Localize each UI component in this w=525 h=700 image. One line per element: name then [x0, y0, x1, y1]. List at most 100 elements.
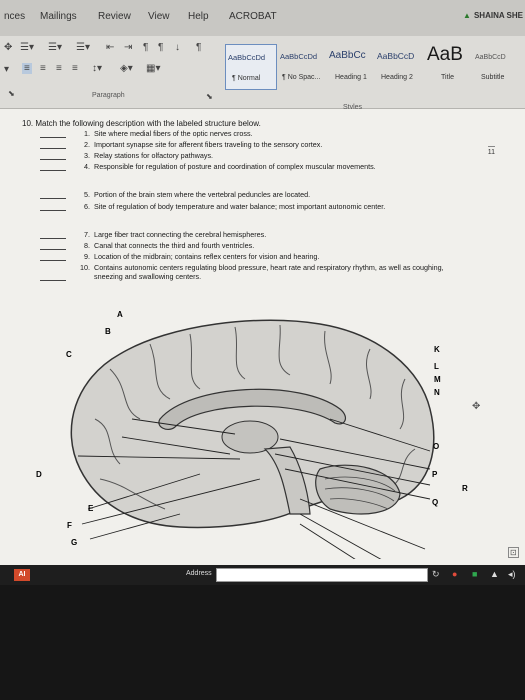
label-g: G	[71, 538, 78, 547]
record-icon[interactable]: ●	[452, 569, 457, 579]
page-number: 11	[487, 146, 495, 156]
style-preview: AaBbCcD	[377, 51, 415, 61]
style-no-spacing[interactable]: AaBbCcDd ¶ No Spac...	[278, 44, 328, 88]
answer-blank[interactable]	[40, 159, 66, 160]
align-right-icon[interactable]: ≡	[56, 63, 62, 74]
style-name: Heading 1	[335, 74, 367, 81]
list-item: 6. Site of regulation of body temperature…	[40, 202, 464, 211]
network-icon[interactable]: ▲	[490, 569, 499, 579]
expand-icon[interactable]: ▾	[4, 64, 9, 75]
list-item: 9. Location of the midbrain; contains ref…	[40, 252, 474, 261]
list-item: 4. Responsible for regulation of posture …	[40, 162, 434, 171]
brain-diagram	[70, 319, 435, 559]
list-item: 8. Canal that connects the third and four…	[40, 241, 474, 250]
move-cursor-icon: ✥	[472, 401, 481, 412]
list-item: 5. Portion of the brain stem where the ve…	[40, 190, 474, 199]
volume-icon[interactable]: ◂)	[508, 569, 516, 580]
answer-blank[interactable]	[40, 170, 66, 171]
label-o: O	[433, 442, 440, 451]
label-n: N	[434, 388, 440, 397]
ltr-direction-icon[interactable]: ¶	[143, 42, 148, 53]
list-item: 2. Important synapse site for afferent fi…	[40, 140, 474, 149]
style-subtitle[interactable]: AaBbCcD Subtitle	[473, 44, 525, 88]
style-name: ¶ Normal	[232, 75, 261, 82]
layout-options-icon[interactable]: ⊡	[508, 547, 519, 558]
tab-mailings[interactable]: Mailings	[40, 11, 77, 22]
address-label: Address	[186, 570, 212, 577]
label-d: D	[36, 470, 42, 479]
style-preview: AaBbCcD	[475, 54, 506, 61]
numbering-icon[interactable]: ☰▾	[48, 42, 62, 53]
style-title[interactable]: AaB Title	[427, 44, 471, 88]
green-app-icon[interactable]: ■	[472, 569, 477, 579]
style-preview: AaBbCcDd	[280, 52, 318, 61]
ribbon-tabs: nces Mailings Review View Help ACROBAT ▲…	[0, 0, 525, 36]
answer-blank[interactable]	[40, 280, 66, 281]
label-k: K	[434, 345, 440, 354]
style-heading-2[interactable]: AaBbCcD Heading 2	[377, 44, 427, 88]
style-name: Subtitle	[481, 74, 505, 81]
list-item: 7. Large fiber tract connecting the cereb…	[40, 230, 474, 239]
align-left-icon[interactable]: ≡	[22, 63, 32, 74]
label-p: P	[432, 470, 438, 479]
label-f: F	[67, 521, 72, 530]
label-m: M	[434, 375, 441, 384]
warning-icon: ▲	[463, 11, 471, 20]
tab-acrobat[interactable]: ACROBAT	[229, 11, 277, 22]
question-title: 10. Match the following description with…	[22, 119, 261, 128]
list-item: 3. Relay stations for olfactory pathways.	[40, 151, 474, 160]
answer-blank[interactable]	[40, 260, 66, 261]
tab-review[interactable]: Review	[98, 11, 131, 22]
sort-icon[interactable]: ↓	[175, 42, 180, 53]
decrease-indent-icon[interactable]: ⇤	[106, 42, 114, 53]
answer-blank[interactable]	[40, 198, 66, 199]
label-b: B	[105, 327, 111, 336]
answer-blank[interactable]	[40, 238, 66, 239]
justify-icon[interactable]: ≡	[72, 63, 78, 74]
style-name: Heading 2	[381, 74, 413, 81]
label-r: R	[462, 484, 468, 493]
rtl-direction-icon[interactable]: ¶	[158, 42, 163, 53]
answer-blank[interactable]	[40, 249, 66, 250]
shading-icon[interactable]: ◈▾	[120, 63, 133, 74]
label-c: C	[66, 350, 72, 359]
list-item: 1. Site where medial fibers of the optic …	[40, 129, 474, 138]
address-input[interactable]	[216, 568, 428, 582]
style-heading-1[interactable]: AaBbCc Heading 1	[329, 44, 379, 88]
increase-indent-icon[interactable]: ⇥	[124, 42, 132, 53]
answer-blank[interactable]	[40, 148, 66, 149]
borders-icon[interactable]: ▦▾	[146, 63, 160, 74]
style-name: ¶ No Spac...	[282, 74, 321, 81]
style-preview: AaBbCc	[329, 50, 366, 61]
answer-blank[interactable]	[40, 210, 66, 211]
taskbar: AI Address ↻ ● ■ ▲ ◂)	[0, 565, 525, 585]
show-marks-icon[interactable]: ¶	[196, 42, 201, 53]
style-preview: AaBbCcDd	[228, 53, 266, 62]
document-page[interactable]: 11 10. Match the following description w…	[0, 109, 525, 565]
dialog-launcher-icon[interactable]: ⬊	[8, 89, 15, 98]
paragraph-group-label: Paragraph	[92, 92, 125, 99]
label-a: A	[117, 310, 123, 319]
style-preview: AaB	[427, 44, 463, 65]
list-item: 10. Contains autonomic centers regulating…	[40, 263, 444, 281]
style-name: Title	[441, 74, 454, 81]
user-account[interactable]: ▲ SHAINA SHE	[463, 11, 523, 20]
monitor-screen: nces Mailings Review View Help ACROBAT ▲…	[0, 0, 525, 565]
pin-icon[interactable]: ✥	[4, 42, 12, 53]
paragraph-settings-icon[interactable]: ⬊	[206, 92, 213, 101]
style-normal[interactable]: AaBbCcDd ¶ Normal	[225, 44, 277, 90]
tab-view[interactable]: View	[148, 11, 170, 22]
refresh-icon[interactable]: ↻	[432, 569, 440, 580]
line-spacing-icon[interactable]: ↕▾	[92, 63, 102, 74]
user-name: SHAINA SHE	[473, 11, 523, 20]
bullets-icon[interactable]: ☰▾	[20, 42, 34, 53]
multilevel-list-icon[interactable]: ☰▾	[76, 42, 90, 53]
label-e: E	[88, 504, 94, 513]
tab-references[interactable]: nces	[4, 11, 25, 22]
align-center-icon[interactable]: ≡	[40, 63, 46, 74]
answer-blank[interactable]	[40, 137, 66, 138]
tab-help[interactable]: Help	[188, 11, 209, 22]
label-l: L	[434, 362, 439, 371]
illustrator-app-icon[interactable]: AI	[14, 569, 30, 581]
label-q: Q	[432, 498, 439, 507]
